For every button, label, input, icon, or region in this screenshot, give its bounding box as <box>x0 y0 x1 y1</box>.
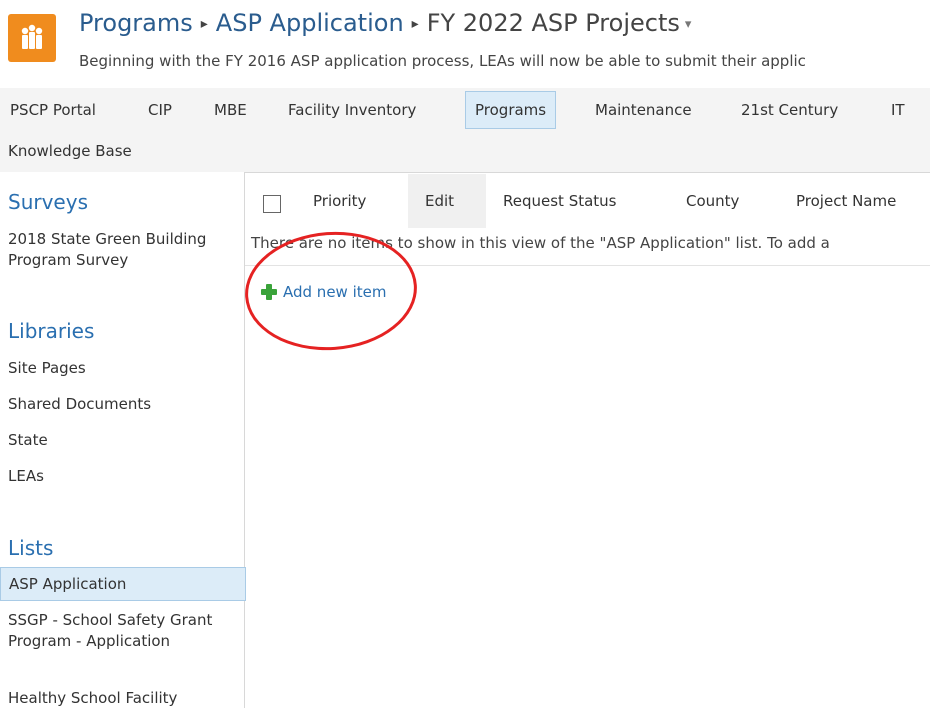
library-shared-documents[interactable]: Shared Documents <box>8 394 151 415</box>
breadcrumb-separator-icon: ▸ <box>200 16 208 32</box>
breadcrumb-asp-application[interactable]: ASP Application <box>216 9 404 37</box>
top-navigation: PSCP Portal CIP MBE Facility Inventory P… <box>0 88 930 173</box>
view-dropdown-icon[interactable]: ▾ <box>685 17 692 32</box>
site-logo[interactable] <box>8 14 56 62</box>
nav-pscp-portal[interactable]: PSCP Portal <box>2 91 104 129</box>
survey-item[interactable]: 2018 State Green Building Program Survey <box>8 229 238 271</box>
nav-knowledge-base[interactable]: Knowledge Base <box>0 132 140 170</box>
page: Programs ▸ ASP Application ▸ FY 2022 ASP Pro… <box>0 0 930 708</box>
people-icon <box>21 24 43 49</box>
column-project-name[interactable]: Project Name <box>796 192 896 210</box>
heading-surveys[interactable]: Surveys <box>8 190 88 214</box>
breadcrumb-separator-icon: ▸ <box>411 16 419 32</box>
list-ssgp[interactable]: SSGP - School Safety Grant Program - App… <box>8 610 238 652</box>
library-site-pages[interactable]: Site Pages <box>8 358 86 379</box>
quick-launch: Surveys 2018 State Green Building Progra… <box>0 172 246 708</box>
nav-facility-inventory[interactable]: Facility Inventory <box>280 91 424 129</box>
breadcrumb-programs[interactable]: Programs <box>79 9 193 37</box>
breadcrumb: Programs ▸ ASP Application ▸ FY 2022 ASP Pro… <box>79 9 691 37</box>
library-leas[interactable]: LEAs <box>8 466 44 487</box>
library-state[interactable]: State <box>8 430 48 451</box>
column-edit[interactable]: Edit <box>425 192 454 210</box>
nav-programs[interactable]: Programs <box>465 91 557 129</box>
column-request-status[interactable]: Request Status <box>503 192 617 210</box>
column-priority[interactable]: Priority <box>313 192 366 210</box>
list-healthy-school-facility[interactable]: Healthy School Facility <box>8 688 177 708</box>
select-all-checkbox[interactable] <box>263 195 281 213</box>
column-county[interactable]: County <box>686 192 739 210</box>
page-title: FY 2022 ASP Projects <box>426 9 680 37</box>
list-view: Priority Edit Request Status County Proj… <box>241 172 930 708</box>
heading-lists[interactable]: Lists <box>8 536 53 560</box>
site-description: Beginning with the FY 2016 ASP applicati… <box>79 52 806 70</box>
nav-21st-century[interactable]: 21st Century <box>733 91 846 129</box>
nav-maintenance[interactable]: Maintenance <box>587 91 700 129</box>
list-asp-application[interactable]: ASP Application <box>0 567 246 601</box>
nav-cip[interactable]: CIP <box>140 91 180 129</box>
nav-it[interactable]: IT <box>883 91 913 129</box>
heading-libraries[interactable]: Libraries <box>8 319 94 343</box>
nav-mbe[interactable]: MBE <box>206 91 255 129</box>
